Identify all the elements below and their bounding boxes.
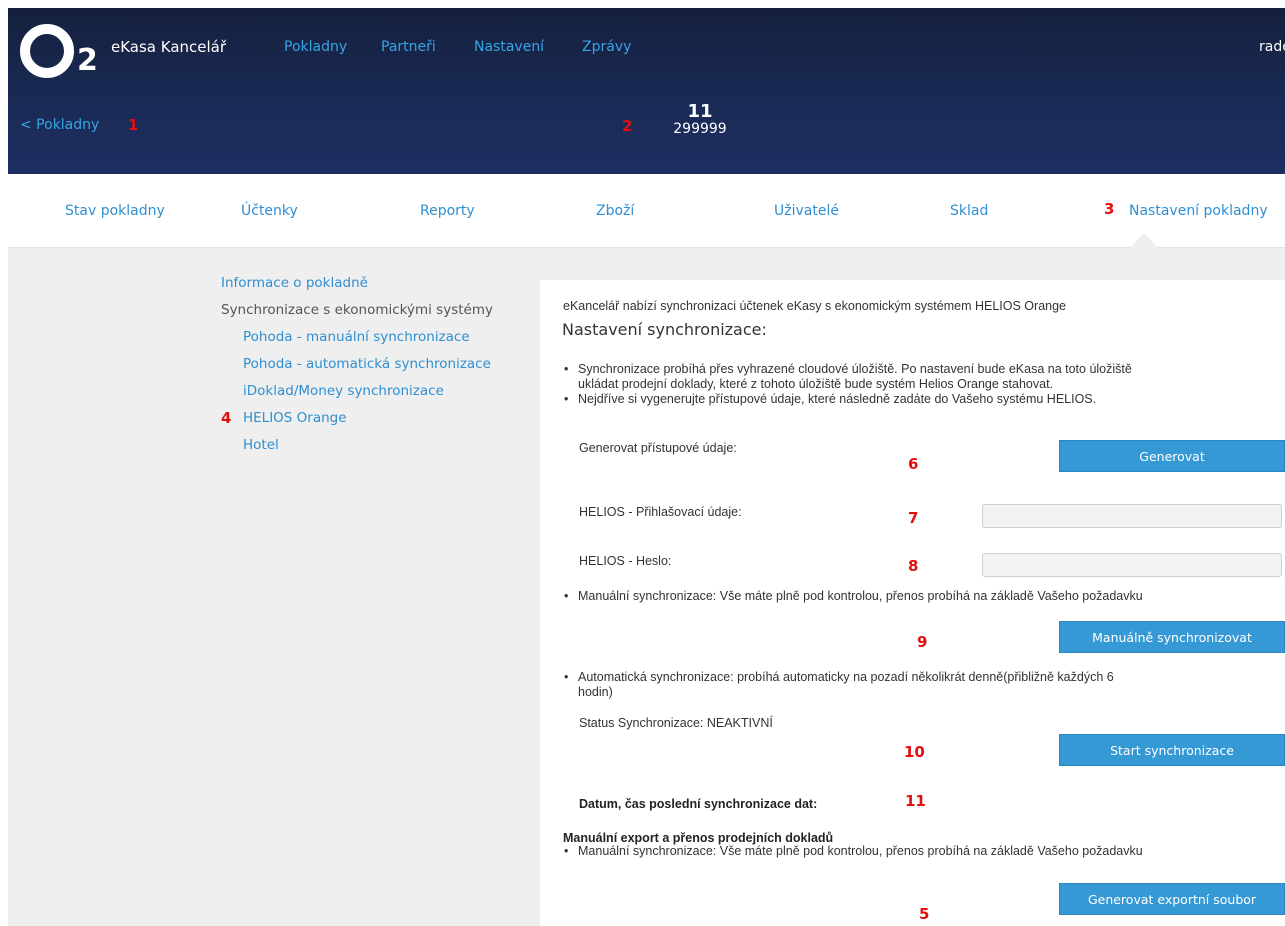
bullet-2: Nejdříve si vygenerujte přístupové údaje… [564,392,1096,406]
top-header: 2 eKasa Kancelář Pokladny Partneři Nasta… [8,8,1285,174]
bullet-1-line-1: Synchronizace probíhá přes vyhrazené clo… [564,362,1132,376]
logo-sub: 2 [77,43,98,78]
export-bullet: Manuální synchronizace: Vše máte plně po… [564,844,1143,858]
cash-register-number: 11 [687,101,713,122]
cash-register-code: 299999 [673,121,727,137]
annotation-5: 5 [919,905,930,923]
auto-sync-bullet-line-1: Automatická synchronizace: probíhá autom… [564,670,1114,684]
nav-pokladny[interactable]: Pokladny [284,39,347,55]
user-name[interactable]: radek [1259,39,1285,55]
bullet-1-line-2: ukládat prodejní doklady, které z tohoto… [578,377,1054,391]
o2-logo[interactable]: 2 [20,24,116,80]
logo-ring-icon [20,24,74,78]
sync-status: Status Synchronizace: NEAKTIVNÍ [579,716,773,730]
sidebar-item-pohoda-auto[interactable]: Pohoda - automatická synchronizace [243,356,491,372]
annotation-7: 7 [908,509,919,527]
annotation-10: 10 [904,743,925,761]
back-to-pokladny-link[interactable]: < Pokladny [20,117,99,133]
tab-nastaveni-pokladny[interactable]: Nastavení pokladny [1129,203,1268,219]
active-tab-pointer [1128,233,1160,249]
annotation-4: 4 [221,409,232,427]
generate-label: Generovat přístupové údaje: [579,441,737,455]
annotation-6: 6 [908,455,919,473]
auto-sync-bullet-line-2: hodin) [578,685,613,699]
helios-password-label: HELIOS - Heslo: [579,554,672,568]
intro-text: eKancelář nabízí synchronizaci účtenek e… [563,299,1066,313]
tab-zbozi[interactable]: Zboží [596,203,634,219]
generate-export-button[interactable]: Generovat exportní soubor [1059,883,1285,915]
sidebar-item-idoklad[interactable]: iDoklad/Money synchronizace [243,383,444,399]
annotation-8: 8 [908,557,919,575]
tab-stav-pokladny[interactable]: Stav pokladny [65,203,165,219]
annotation-11: 11 [905,792,926,810]
nav-nastaveni[interactable]: Nastavení [474,39,544,55]
manual-sync-bullet: Manuální synchronizace: Vše máte plně po… [564,589,1143,603]
sidebar-item-helios[interactable]: HELIOS Orange [243,410,347,426]
annotation-1: 1 [128,116,139,134]
nav-partneri[interactable]: Partneři [381,39,436,55]
manual-sync-button[interactable]: Manuálně synchronizovat [1059,621,1285,653]
sidebar-item-pohoda-manual[interactable]: Pohoda - manuální synchronizace [243,329,470,345]
annotation-3: 3 [1104,200,1115,218]
section-title: Nastavení synchronizace: [562,320,767,339]
generate-button[interactable]: Generovat [1059,440,1285,472]
helios-password-field[interactable] [982,553,1282,577]
app-name: eKasa Kancelář [111,38,227,56]
sidebar-item-hotel[interactable]: Hotel [243,437,279,453]
helios-login-field[interactable] [982,504,1282,528]
tab-uzivatele[interactable]: Uživatelé [774,203,839,219]
sidebar-sync-header: Synchronizace s ekonomickými systémy [221,302,493,318]
sidebar-info[interactable]: Informace o pokladně [221,275,368,291]
app-window: 2 eKasa Kancelář Pokladny Partneři Nasta… [0,0,1285,926]
helios-login-label: HELIOS - Přihlašovací údaje: [579,505,742,519]
annotation-9: 9 [917,633,928,651]
nav-zpravy[interactable]: Zprávy [582,39,631,55]
annotation-2: 2 [622,117,633,135]
export-title: Manuální export a přenos prodejních dokl… [563,831,834,845]
tab-uctenky[interactable]: Účtenky [241,203,298,219]
tab-reporty[interactable]: Reporty [420,203,475,219]
last-sync-label: Datum, čas poslední synchronizace dat: [579,797,818,811]
tab-sklad[interactable]: Sklad [950,203,988,219]
tab-bar: Stav pokladny Účtenky Reporty Zboží Uživ… [8,174,1285,248]
start-sync-button[interactable]: Start synchronizace [1059,734,1285,766]
